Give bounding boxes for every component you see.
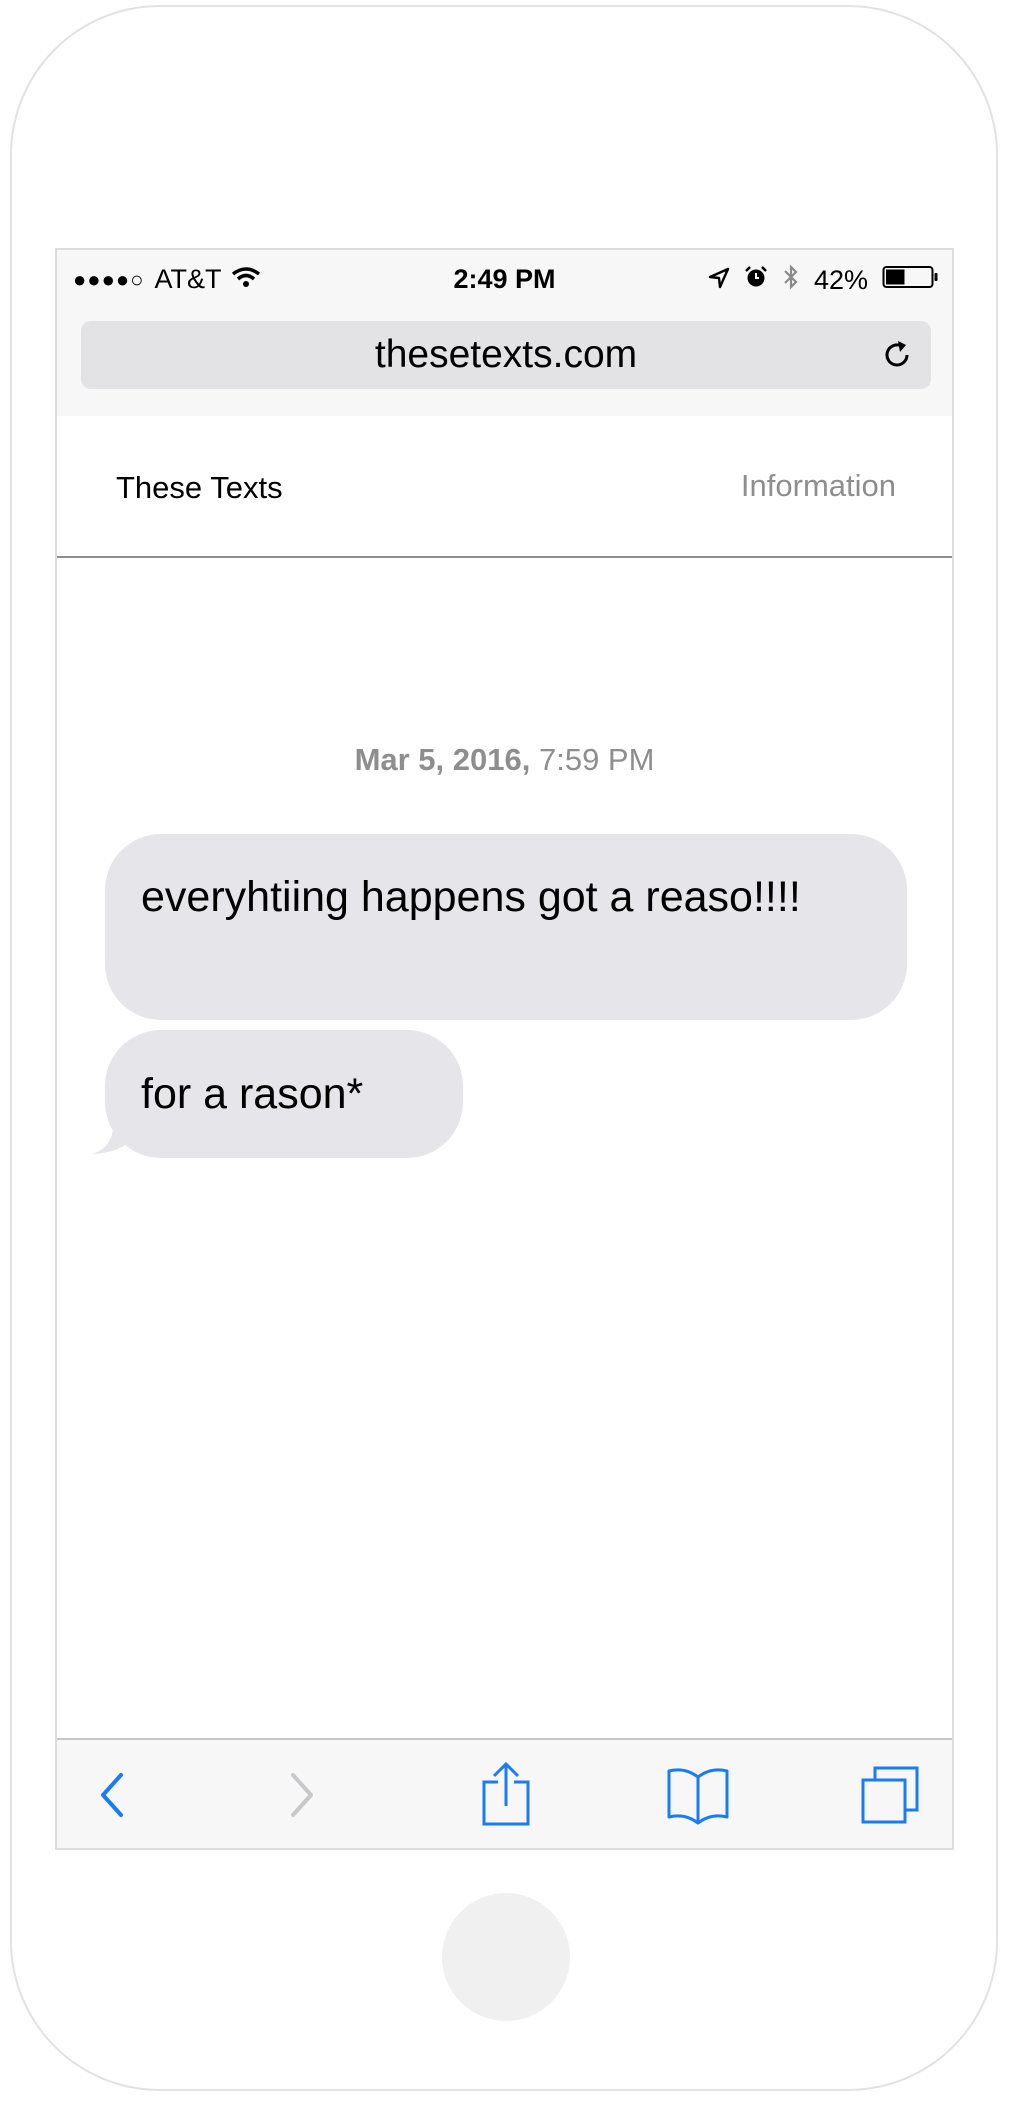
location-arrow-icon — [708, 265, 730, 296]
timestamp-date: Mar 5, 2016, — [354, 742, 531, 777]
battery-icon — [882, 265, 940, 296]
address-bar[interactable]: thesetexts.com — [81, 321, 931, 389]
site-brand-link[interactable]: These Texts — [116, 470, 283, 506]
browser-screen: ●●●●○ AT&T 2:49 PM 42% thesetexts.com Th… — [55, 248, 954, 1850]
bookmarks-icon[interactable] — [663, 1760, 733, 1830]
message-timestamp: Mar 5, 2016, 7:59 PM — [57, 742, 952, 778]
forward-icon[interactable] — [267, 1760, 337, 1830]
timestamp-time: 7:59 PM — [538, 742, 655, 777]
back-icon[interactable] — [77, 1760, 147, 1830]
tabs-icon[interactable] — [855, 1760, 925, 1830]
status-bar: ●●●●○ AT&T 2:49 PM 42% — [57, 258, 952, 300]
reload-icon[interactable] — [879, 337, 915, 373]
home-button[interactable] — [442, 1893, 570, 2021]
bluetooth-icon — [782, 264, 800, 297]
safari-top-bar: ●●●●○ AT&T 2:49 PM 42% thesetexts.com — [57, 250, 952, 418]
message-bubble: everyhtiing happens got a reaso!!!! — [105, 834, 907, 1020]
battery-percent: 42% — [813, 265, 868, 295]
url-text: thesetexts.com — [374, 333, 638, 376]
safari-toolbar — [57, 1738, 952, 1848]
alarm-icon — [744, 265, 768, 296]
site-header: These Texts Information — [57, 416, 952, 558]
share-icon[interactable] — [471, 1760, 541, 1830]
status-right: 42% — [708, 264, 940, 297]
message-bubble: for a rason* — [105, 1030, 463, 1158]
information-link[interactable]: Information — [741, 468, 896, 504]
